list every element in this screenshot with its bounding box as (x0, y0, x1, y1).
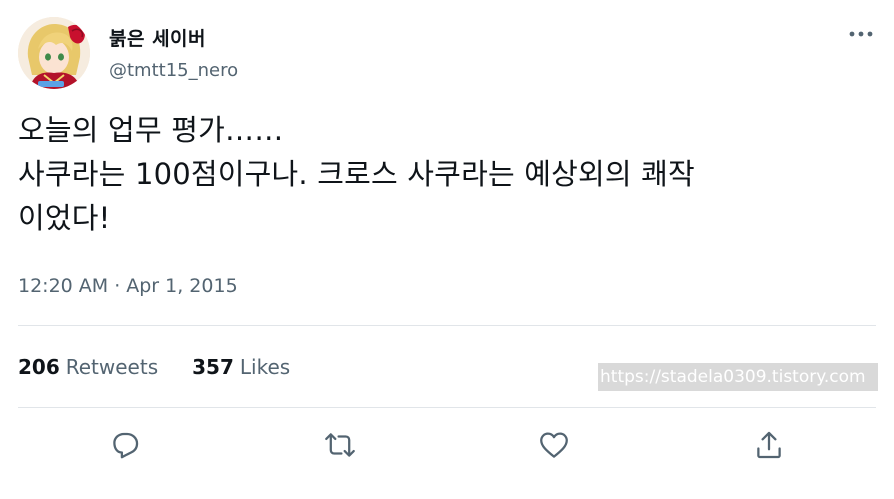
likes-stat[interactable]: 357 Likes (192, 355, 290, 379)
tweet-text: 오늘의 업무 평가…… 사쿠라는 100점이구나. 크로스 사쿠라는 예상외의 … (18, 108, 878, 240)
display-name[interactable]: 붉은 세이버 (109, 24, 206, 51)
avatar[interactable] (18, 17, 90, 89)
timestamp-separator: · (114, 275, 121, 297)
like-button[interactable] (537, 428, 571, 462)
tweet-card: 붉은 세이버 @tmtt15_nero 오늘의 업무 평가…… 사쿠라는 100… (0, 0, 894, 499)
watermark: https://stadela0309.tistory.com (598, 363, 878, 391)
heart-icon (540, 432, 568, 458)
tweet-text-line: 사쿠라는 100점이구나. 크로스 사쿠라는 예상외의 쾌작 (18, 157, 695, 191)
likes-count: 357 (192, 355, 234, 379)
tweet-date: Apr 1, 2015 (126, 275, 238, 297)
share-button[interactable] (752, 428, 786, 462)
retweet-button[interactable] (323, 428, 357, 462)
divider (18, 407, 876, 408)
user-handle[interactable]: @tmtt15_nero (109, 60, 238, 81)
avatar-image (18, 17, 90, 89)
tweet-text-line: 이었다! (18, 201, 111, 235)
reply-button[interactable] (108, 428, 142, 462)
retweets-label: Retweets (65, 355, 159, 379)
more-options-button[interactable] (846, 24, 876, 44)
share-icon (757, 431, 781, 459)
reply-icon (113, 432, 139, 459)
tweet-time: 12:20 AM (18, 275, 109, 297)
more-horizontal-icon (849, 31, 873, 37)
retweet-icon (325, 433, 355, 457)
divider (18, 325, 876, 326)
tweet-stats: 206 Retweets 357 Likes (18, 355, 290, 379)
likes-label: Likes (239, 355, 291, 379)
tweet-text-line: 오늘의 업무 평가…… (18, 113, 284, 147)
retweets-count: 206 (18, 355, 60, 379)
retweets-stat[interactable]: 206 Retweets (18, 355, 158, 379)
tweet-timestamp[interactable]: 12:20 AM · Apr 1, 2015 (18, 275, 238, 297)
